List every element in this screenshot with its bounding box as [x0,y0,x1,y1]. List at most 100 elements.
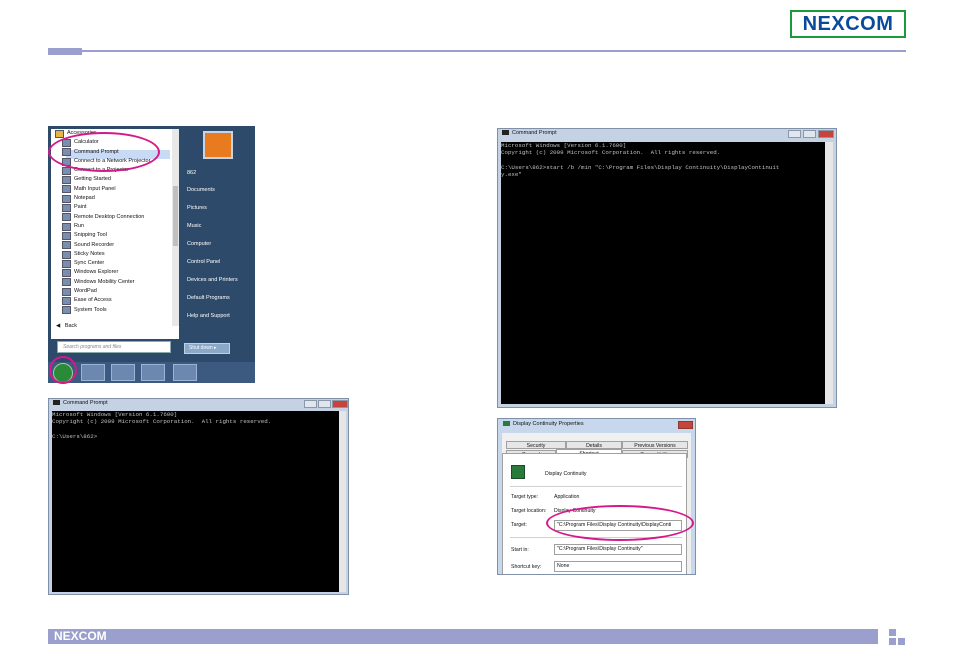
start-menu-item[interactable]: Getting Started [51,175,173,185]
dialog-title: Display Continuity Properties [503,421,584,427]
start-menu-item-label: Windows Explorer [74,269,119,276]
header-rule [48,50,906,52]
media-player-icon[interactable] [141,364,165,381]
separator [510,486,682,487]
maximize-button[interactable] [318,400,331,408]
start-menu-item-label: Ease of Access [74,297,112,304]
shortcut-key-label: Shortcut key: [511,564,542,570]
search-input[interactable]: Search programs and files [57,341,171,353]
start-menu-item-label: Windows Mobility Center [74,278,135,285]
start-menu-item-label: Getting Started [74,176,111,183]
folder-icon[interactable] [111,364,135,381]
minimize-button[interactable] [304,400,317,408]
console-scrollbar[interactable] [339,411,346,592]
program-icon [62,259,71,268]
program-icon [62,213,71,222]
program-icon [55,129,64,138]
display-continuity-icon [511,465,525,479]
program-icon [62,241,71,250]
right-item[interactable]: Computer [187,241,211,247]
start-menu-item[interactable]: Sync Center [51,259,173,268]
start-menu-item-label: System Tools [74,306,107,313]
console-scrollbar[interactable] [825,142,833,404]
start-menu-item[interactable]: Sticky Notes [51,250,173,259]
right-item[interactable]: Default Programs [187,295,230,301]
target-label: Target: [511,522,527,528]
internet-explorer-icon[interactable] [81,364,105,381]
command-prompt-highlight [48,132,160,172]
start-menu-item[interactable]: Sound Recorder [51,241,173,250]
minimize-button[interactable] [788,130,801,138]
close-button[interactable] [818,130,834,138]
right-item[interactable]: Music [187,223,201,229]
footer-logo: NEXCOM [54,629,107,643]
program-icon [62,296,71,305]
start-menu-item-label: Remote Desktop Connection [74,213,145,220]
console-output[interactable]: Microsoft Windows [Version 6.1.7600] Copy… [501,142,825,404]
start-menu-item[interactable]: Windows Explorer [51,268,173,278]
start-menu-item[interactable]: Ease of Access [51,296,173,305]
tab-previous-versions[interactable]: Previous Versions [622,441,688,449]
target-field-highlight [546,505,694,541]
footer-bar [48,629,878,644]
console-line: C:\Users\862>start /b /min "C:\Program F… [501,163,780,171]
start-menu-item[interactable]: WordPad [51,287,173,296]
cmd-window-large: Command Prompt Microsoft Windows [Versio… [497,128,837,408]
program-icon [62,194,71,203]
console-line: C:\Users\862> [52,432,98,440]
console-line: Copyright (c) 2009 Microsoft Corporation… [52,418,272,426]
start-menu-item-label: Paint [74,204,87,211]
user-avatar[interactable] [203,131,233,159]
start-menu-item-label: WordPad [74,288,97,295]
start-menu-item[interactable]: System Tools [51,306,173,315]
program-icon [62,185,71,194]
nexcom-logo: NEXCOM [790,10,906,38]
right-item[interactable]: Devices and Printers [187,277,238,283]
close-button[interactable] [332,400,348,408]
target-location-label: Target location: [511,508,547,514]
start-menu-item-label: Math Input Panel [74,185,116,192]
header-tab [48,48,82,55]
right-item[interactable]: Pictures [187,205,207,211]
shutdown-button[interactable]: Shut down ▸ [184,343,230,354]
tab-details[interactable]: Details [566,441,622,449]
console-line: y.exe" [501,170,522,178]
cmd-icon [53,400,60,406]
console-output[interactable]: Microsoft Windows [Version 6.1.7600] Copy… [52,411,339,592]
app-name: Display Continuity [545,471,587,477]
right-item[interactable]: Documents [187,187,215,193]
console-line: Copyright (c) 2009 Microsoft Corporation… [501,149,721,157]
shortcut-key-input[interactable]: None [554,561,682,572]
console-line: Microsoft Windows [Version 6.1.7600] [52,411,178,418]
close-button[interactable] [678,421,693,429]
start-menu-item[interactable]: Remote Desktop Connection [51,213,173,222]
start-menu-item[interactable]: Paint [51,203,173,213]
program-icon [62,306,71,315]
program-icon [62,204,71,213]
program-icon [62,278,71,287]
maximize-button[interactable] [803,130,816,138]
start-menu-item[interactable]: Notepad [51,194,173,203]
start-menu-item-label: Sync Center [74,260,105,267]
program-icon [62,222,71,231]
paint-icon[interactable] [173,364,197,381]
start-menu-item-label: Snipping Tool [74,232,107,239]
right-item[interactable]: Control Panel [187,259,220,265]
program-icon [62,287,71,296]
scrollbar-thumb[interactable] [173,186,178,246]
target-type-label: Target type: [511,494,539,500]
tab-security[interactable]: Security [506,441,566,449]
back-button[interactable]: ◀ Back [56,323,77,329]
footer-square [898,638,905,645]
start-in-input[interactable]: "C:\Program Files\Display Continuity" [554,544,682,555]
footer-square [889,629,896,636]
start-button-highlight [49,356,77,384]
start-menu-item[interactable]: Math Input Panel [51,185,173,194]
start-menu-item[interactable]: Windows Mobility Center [51,278,173,287]
right-item-user[interactable]: 862 [187,170,196,176]
right-item[interactable]: Help and Support [187,313,230,319]
start-menu-item[interactable]: Run [51,222,173,231]
start-menu-item[interactable]: Snipping Tool [51,231,173,240]
